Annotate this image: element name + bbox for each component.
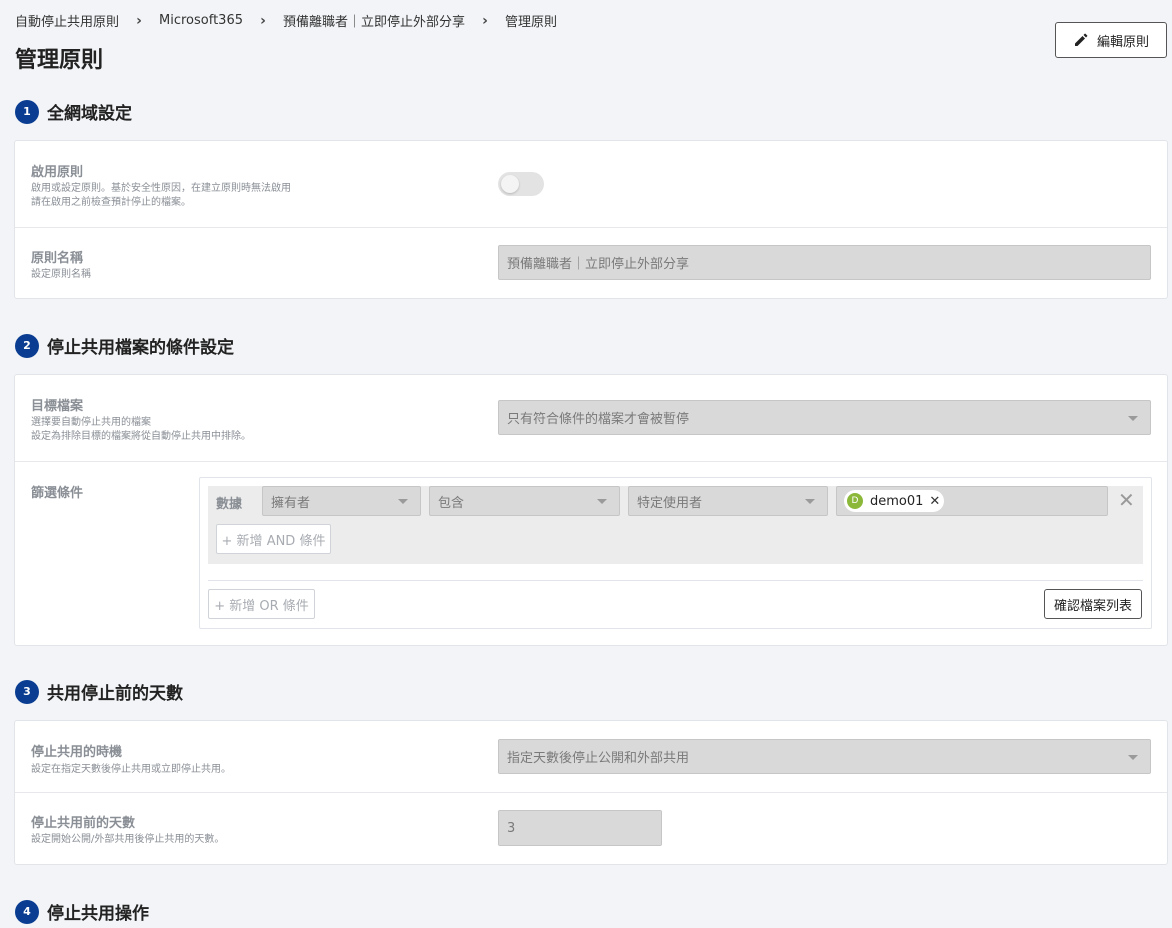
- days-before-stop-input[interactable]: 3: [498, 810, 662, 846]
- target-files-value: 只有符合條件的檔案才會被暫停: [507, 412, 690, 427]
- page-title: 管理原則: [15, 48, 104, 73]
- divider: [208, 580, 1143, 581]
- step-number: 2: [15, 333, 39, 358]
- enable-policy-desc: 啟用或設定原則。基於安全性原因，在建立原則時無法啟用: [31, 183, 291, 194]
- stop-timing-desc: 設定在指定天數後停止共用或立即停止共用。: [31, 764, 231, 775]
- step-number: 3: [15, 679, 39, 704]
- enable-policy-desc-2: 請在啟用之前檢查預計停止的檔案。: [31, 197, 191, 208]
- add-and-condition-label: + 新增 AND 條件: [221, 533, 326, 549]
- field-select[interactable]: 擁有者: [262, 486, 421, 516]
- global-settings-card: 啟用原則 啟用或設定原則。基於安全性原因，在建立原則時無法啟用 請在啟用之前檢查…: [14, 140, 1168, 299]
- chevron-right-icon: ›: [260, 12, 266, 29]
- enable-policy-toggle[interactable]: [498, 172, 544, 196]
- breadcrumb-item-service[interactable]: Microsoft365: [159, 13, 243, 28]
- section-header-global: 1 全網域設定: [15, 99, 132, 124]
- filter-conditions-label: 篩選條件: [31, 486, 84, 501]
- step-number: 1: [15, 99, 39, 124]
- policy-name-desc: 設定原則名稱: [31, 269, 91, 280]
- field-select-value: 擁有者: [271, 495, 311, 511]
- filter-builder: 數據 擁有者 包含 特定使用者 D demo01 ✕ ✕ + 新增 AND 條件…: [199, 477, 1152, 629]
- enable-policy-label: 啟用原則: [31, 165, 84, 180]
- target-files-desc-2: 設定為排除目標的檔案將從自動停止共用中排除。: [31, 431, 251, 442]
- conditions-card: 目標檔案 選擇要自動停止共用的檔案 設定為排除目標的檔案將從自動停止共用中排除。…: [14, 374, 1168, 646]
- remove-condition-icon[interactable]: ✕: [1118, 489, 1135, 511]
- breadcrumb: 自動停止共用原則 › Microsoft365 › 預備離職者｜立即停止外部分享…: [15, 11, 558, 31]
- section-title: 停止共用檔案的條件設定: [47, 338, 234, 358]
- days-before-stop-row: 停止共用前的天數 設定開始公開/外部共用後停止共用的天數。 3: [15, 793, 1167, 865]
- confirm-file-list-button[interactable]: 確認檔案列表: [1044, 589, 1142, 619]
- enable-policy-row: 啟用原則 啟用或設定原則。基於安全性原因，在建立原則時無法啟用 請在啟用之前檢查…: [15, 141, 1167, 228]
- breadcrumb-item-rule[interactable]: 預備離職者｜立即停止外部分享: [283, 11, 465, 30]
- pencil-icon: [1074, 33, 1088, 46]
- add-or-condition-label: + 新增 OR 條件: [214, 598, 309, 614]
- section-header-conditions: 2 停止共用檔案的條件設定: [15, 333, 234, 358]
- condition-row-label: 數據: [216, 497, 243, 512]
- target-files-desc: 選擇要自動停止共用的檔案: [31, 417, 151, 428]
- days-before-stop-desc: 設定開始公開/外部共用後停止共用的天數。: [31, 834, 225, 845]
- and-condition-group: 數據 擁有者 包含 特定使用者 D demo01 ✕ ✕ + 新增 AND 條件: [208, 486, 1143, 564]
- caret-down-icon: [1128, 754, 1138, 760]
- breadcrumb-item-current: 管理原則: [505, 15, 558, 30]
- step-number: 4: [15, 899, 39, 924]
- caret-down-icon: [1128, 415, 1138, 421]
- condition-row: 數據 擁有者 包含 特定使用者 D demo01 ✕ ✕: [208, 486, 1143, 516]
- value-type-select[interactable]: 特定使用者: [628, 486, 828, 516]
- add-and-condition-button[interactable]: + 新增 AND 條件: [216, 524, 331, 554]
- section-title: 停止共用操作: [47, 904, 149, 924]
- operator-select[interactable]: 包含: [429, 486, 620, 516]
- policy-name-label: 原則名稱: [31, 251, 84, 266]
- section-title: 共用停止前的天數: [47, 684, 183, 704]
- add-or-condition-button[interactable]: + 新增 OR 條件: [208, 589, 315, 619]
- chevron-right-icon: ›: [482, 12, 488, 29]
- section-title: 全網域設定: [47, 104, 132, 124]
- stop-timing-label: 停止共用的時機: [31, 745, 123, 760]
- target-files-row: 目標檔案 選擇要自動停止共用的檔案 設定為排除目標的檔案將從自動停止共用中排除。…: [15, 375, 1167, 462]
- user-tag: D demo01 ✕: [844, 490, 944, 512]
- close-icon[interactable]: ✕: [929, 494, 940, 509]
- target-files-select[interactable]: 只有符合條件的檔案才會被暫停: [498, 400, 1151, 435]
- policy-name-value: 預備離職者｜立即停止外部分享: [507, 257, 690, 272]
- toggle-knob: [501, 175, 519, 193]
- user-tag-label: demo01: [870, 493, 924, 509]
- stop-timing-row: 停止共用的時機 設定在指定天數後停止共用或立即停止共用。 指定天數後停止公開和外…: [15, 721, 1167, 793]
- breadcrumb-item-policy[interactable]: 自動停止共用原則: [15, 11, 119, 30]
- confirm-file-list-label: 確認檔案列表: [1053, 598, 1132, 614]
- policy-name-input[interactable]: 預備離職者｜立即停止外部分享: [498, 245, 1151, 280]
- policy-name-row: 原則名稱 設定原則名稱 預備離職者｜立即停止外部分享: [15, 228, 1167, 299]
- edit-policy-button[interactable]: 編輯原則: [1055, 22, 1167, 58]
- days-card: 停止共用的時機 設定在指定天數後停止共用或立即停止共用。 指定天數後停止公開和外…: [14, 720, 1168, 865]
- section-header-actions: 4 停止共用操作: [15, 899, 149, 924]
- caret-down-icon: [805, 499, 815, 504]
- days-before-stop-value: 3: [507, 820, 516, 836]
- stop-timing-select[interactable]: 指定天數後停止公開和外部共用: [498, 739, 1151, 774]
- value-type-select-value: 特定使用者: [637, 495, 703, 511]
- caret-down-icon: [398, 499, 408, 504]
- user-tag-input[interactable]: D demo01 ✕: [836, 486, 1108, 516]
- stop-timing-value: 指定天數後停止公開和外部共用: [507, 751, 690, 766]
- caret-down-icon: [597, 499, 607, 504]
- avatar: D: [847, 493, 863, 509]
- target-files-label: 目標檔案: [31, 399, 84, 414]
- operator-select-value: 包含: [438, 495, 465, 511]
- section-header-days: 3 共用停止前的天數: [15, 679, 183, 704]
- days-before-stop-label: 停止共用前的天數: [31, 816, 136, 831]
- chevron-right-icon: ›: [136, 12, 142, 29]
- filter-conditions-row: 篩選條件 數據 擁有者 包含 特定使用者 D demo01 ✕ ✕ + 新增 A…: [15, 462, 1167, 646]
- edit-policy-label: 編輯原則: [1096, 34, 1149, 50]
